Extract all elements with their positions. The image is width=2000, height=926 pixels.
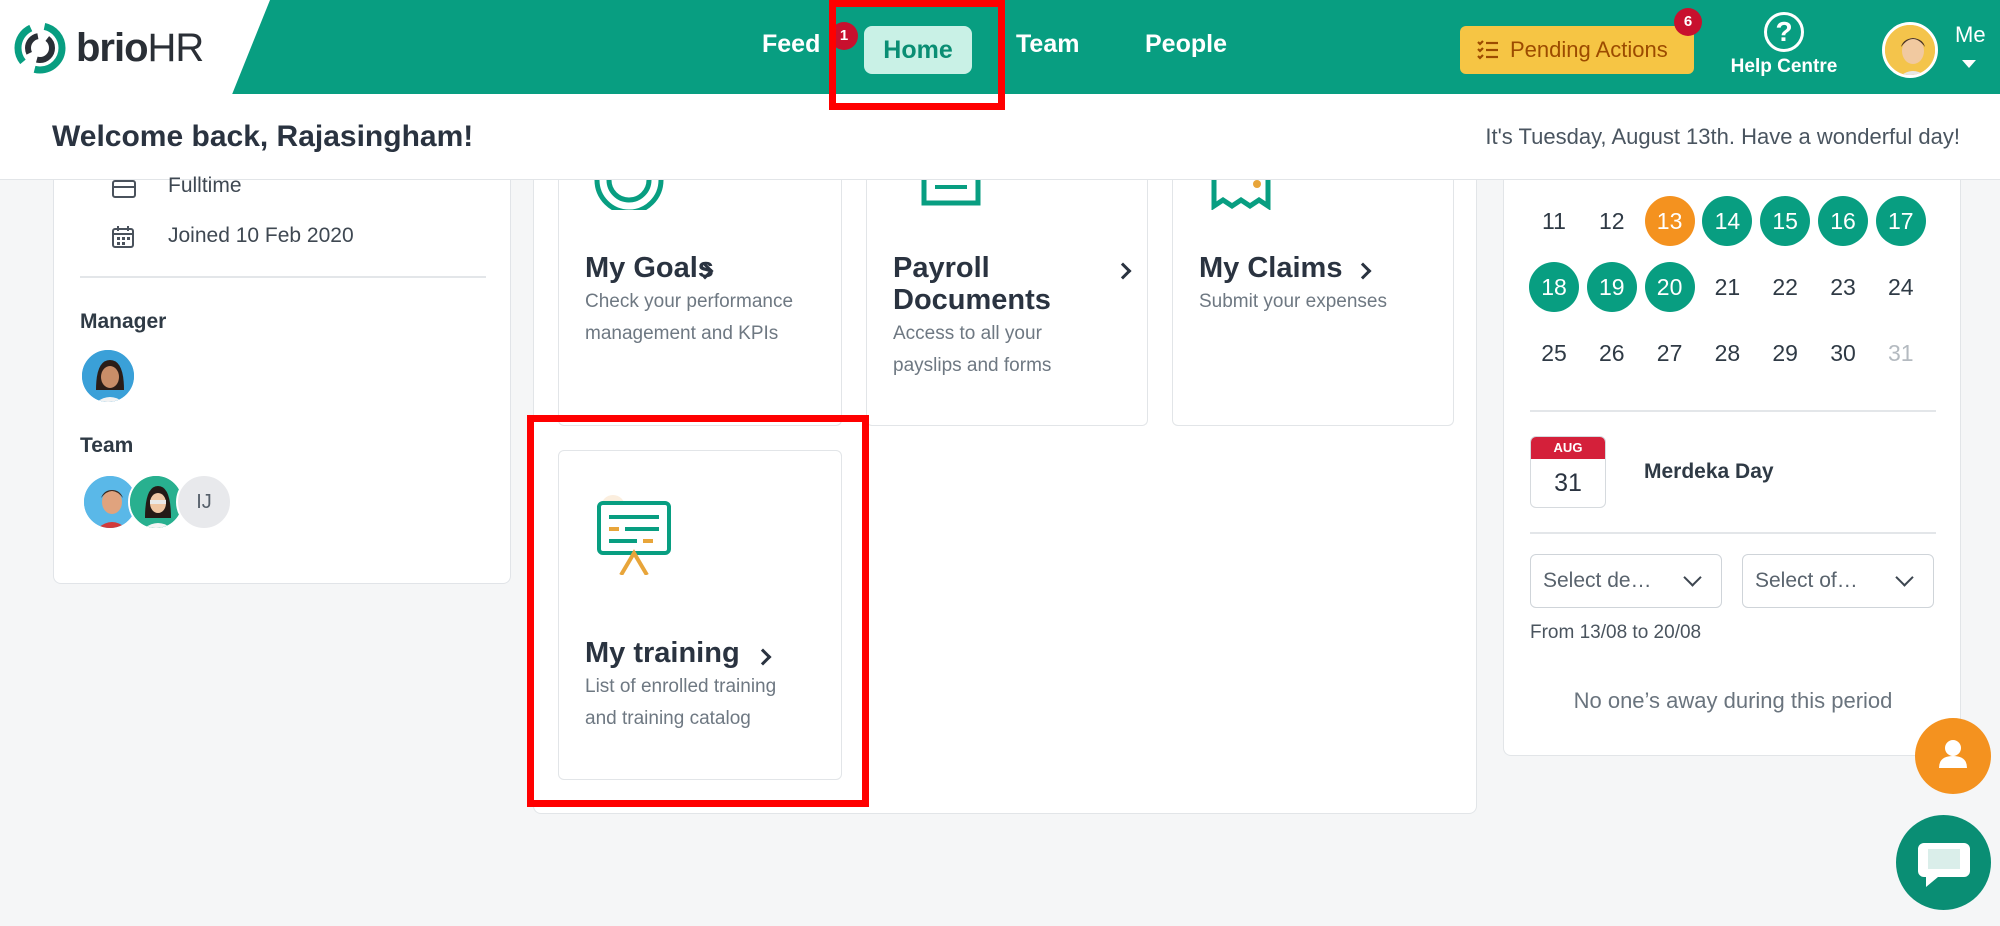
user-avatar-icon (1885, 25, 1935, 75)
chevron-down-icon (1683, 568, 1702, 587)
calendar-day[interactable]: 18 (1529, 262, 1579, 312)
payroll-desc-line2: payslips and forms (893, 355, 1052, 376)
calendar-day[interactable]: 22 (1760, 262, 1810, 312)
chat-bubble-icon (1918, 843, 1970, 887)
holiday-date-badge: AUG 31 (1530, 436, 1606, 508)
payroll-desc-line1: Access to all your (893, 323, 1042, 344)
calendar-day[interactable]: 11 (1529, 196, 1579, 246)
office-select-value: Select of… (1755, 569, 1858, 592)
payroll-title-line2: Documents (893, 284, 1051, 316)
annotation-highlight-training (527, 415, 869, 807)
my-goals-desc-line2: management and KPIs (585, 323, 779, 344)
calendar-day[interactable]: 14 (1702, 196, 1753, 246)
brand-name: brioHR (76, 26, 204, 70)
calendar-day[interactable]: 24 (1876, 262, 1926, 312)
calendar-day[interactable]: 13 (1644, 196, 1695, 246)
chevron-right-icon (1354, 262, 1372, 280)
pending-actions-count-badge: 6 (1674, 8, 1702, 36)
calendar-day[interactable]: 25 (1529, 328, 1579, 378)
user-avatar[interactable] (1882, 22, 1938, 78)
payroll-documents-tile[interactable]: Payroll Documents Access to all your pay… (866, 180, 1148, 426)
joined-date-text: Joined 10 Feb 2020 (168, 224, 354, 247)
help-question-icon: ? (1764, 12, 1804, 52)
chevron-right-icon (1114, 262, 1132, 280)
calendar-day[interactable]: 19 (1586, 262, 1637, 312)
nav-people[interactable]: People (1145, 30, 1227, 59)
date-range-text: From 13/08 to 20/08 (1530, 622, 1702, 643)
nav-team[interactable]: Team (1016, 30, 1079, 59)
brio-logo-icon (14, 22, 66, 74)
person-icon (1939, 740, 1967, 768)
calendar-panel: 11 12 13 14 15 16 17 18 19 20 21 22 23 24 25 26 27 28 29 30… (1503, 180, 1961, 756)
team-member-initials-avatar[interactable]: IJ (176, 474, 232, 530)
me-menu-label[interactable]: Me (1955, 22, 1986, 48)
calendar-day[interactable]: 12 (1587, 196, 1637, 246)
annotation-highlight-home (829, 0, 1005, 110)
my-goals-desc-line1: Check your performance (585, 291, 794, 312)
my-claims-desc: Submit your expenses (1199, 291, 1387, 312)
calendar-day[interactable]: 28 (1702, 328, 1752, 378)
profile-floating-button[interactable] (1915, 718, 1991, 794)
my-goals-tile[interactable]: My Goals Check your performance manageme… (558, 180, 842, 426)
my-claims-tile[interactable]: My Claims Submit your expenses (1172, 180, 1454, 426)
holiday-month: AUG (1531, 437, 1605, 459)
nav-feed[interactable]: Feed (762, 30, 820, 59)
manager-title: Manager (80, 310, 167, 333)
calendar-divider (1530, 410, 1936, 412)
my-goals-title: My Goals (585, 252, 714, 284)
employment-type-text: Fulltime (168, 174, 242, 197)
target-icon (594, 180, 664, 210)
calendar-day[interactable]: 16 (1818, 196, 1868, 246)
profile-divider (80, 276, 486, 278)
calendar-day[interactable]: 17 (1875, 196, 1926, 246)
checklist-icon (1477, 40, 1498, 60)
team-title: Team (80, 434, 134, 457)
chat-floating-button[interactable] (1896, 815, 1991, 910)
calendar-day[interactable]: 15 (1760, 196, 1811, 246)
receipt-icon (1211, 180, 1271, 210)
office-select[interactable]: Select of… (1742, 554, 1934, 608)
chevron-down-icon (1895, 568, 1914, 587)
holiday-day: 31 (1554, 469, 1582, 497)
help-centre-button[interactable]: ? Help Centre (1727, 12, 1841, 78)
department-select-value: Select de… (1543, 569, 1652, 592)
profile-card: Fulltime Joined 10 Feb 2020 Manager Team (53, 174, 511, 584)
empty-absence-message: No one’s away during this period (1573, 688, 1893, 713)
my-claims-title: My Claims (1199, 252, 1343, 284)
me-dropdown-caret-icon[interactable] (1962, 60, 1976, 68)
date-greeting: It's Tuesday, August 13th. Have a wonder… (1485, 124, 1960, 149)
manager-avatar-icon (82, 350, 134, 402)
department-select[interactable]: Select de… (1530, 554, 1722, 608)
calendar-day[interactable]: 27 (1645, 328, 1695, 378)
calendar-day[interactable]: 26 (1587, 328, 1637, 378)
pending-actions-label: Pending Actions (1510, 37, 1668, 62)
calendar-day[interactable]: 29 (1760, 328, 1810, 378)
document-icon (921, 180, 981, 206)
holiday-name: Merdeka Day (1644, 460, 1774, 483)
calendar-day[interactable]: 31 (1876, 328, 1926, 378)
calendar-day[interactable]: 21 (1702, 262, 1752, 312)
pending-actions-button[interactable]: Pending Actions (1460, 26, 1694, 74)
payroll-title-line1: Payroll (893, 252, 990, 284)
calendar-day[interactable]: 30 (1818, 328, 1868, 378)
welcome-title: Welcome back, Rajasingham! (52, 120, 474, 153)
calendar-day[interactable]: 23 (1818, 262, 1868, 312)
logo-area[interactable]: brioHR (0, 0, 270, 94)
help-centre-label: Help Centre (1730, 56, 1838, 77)
holiday-divider (1530, 532, 1936, 534)
calendar-day[interactable]: 20 (1644, 262, 1695, 312)
manager-avatar[interactable] (80, 348, 136, 404)
